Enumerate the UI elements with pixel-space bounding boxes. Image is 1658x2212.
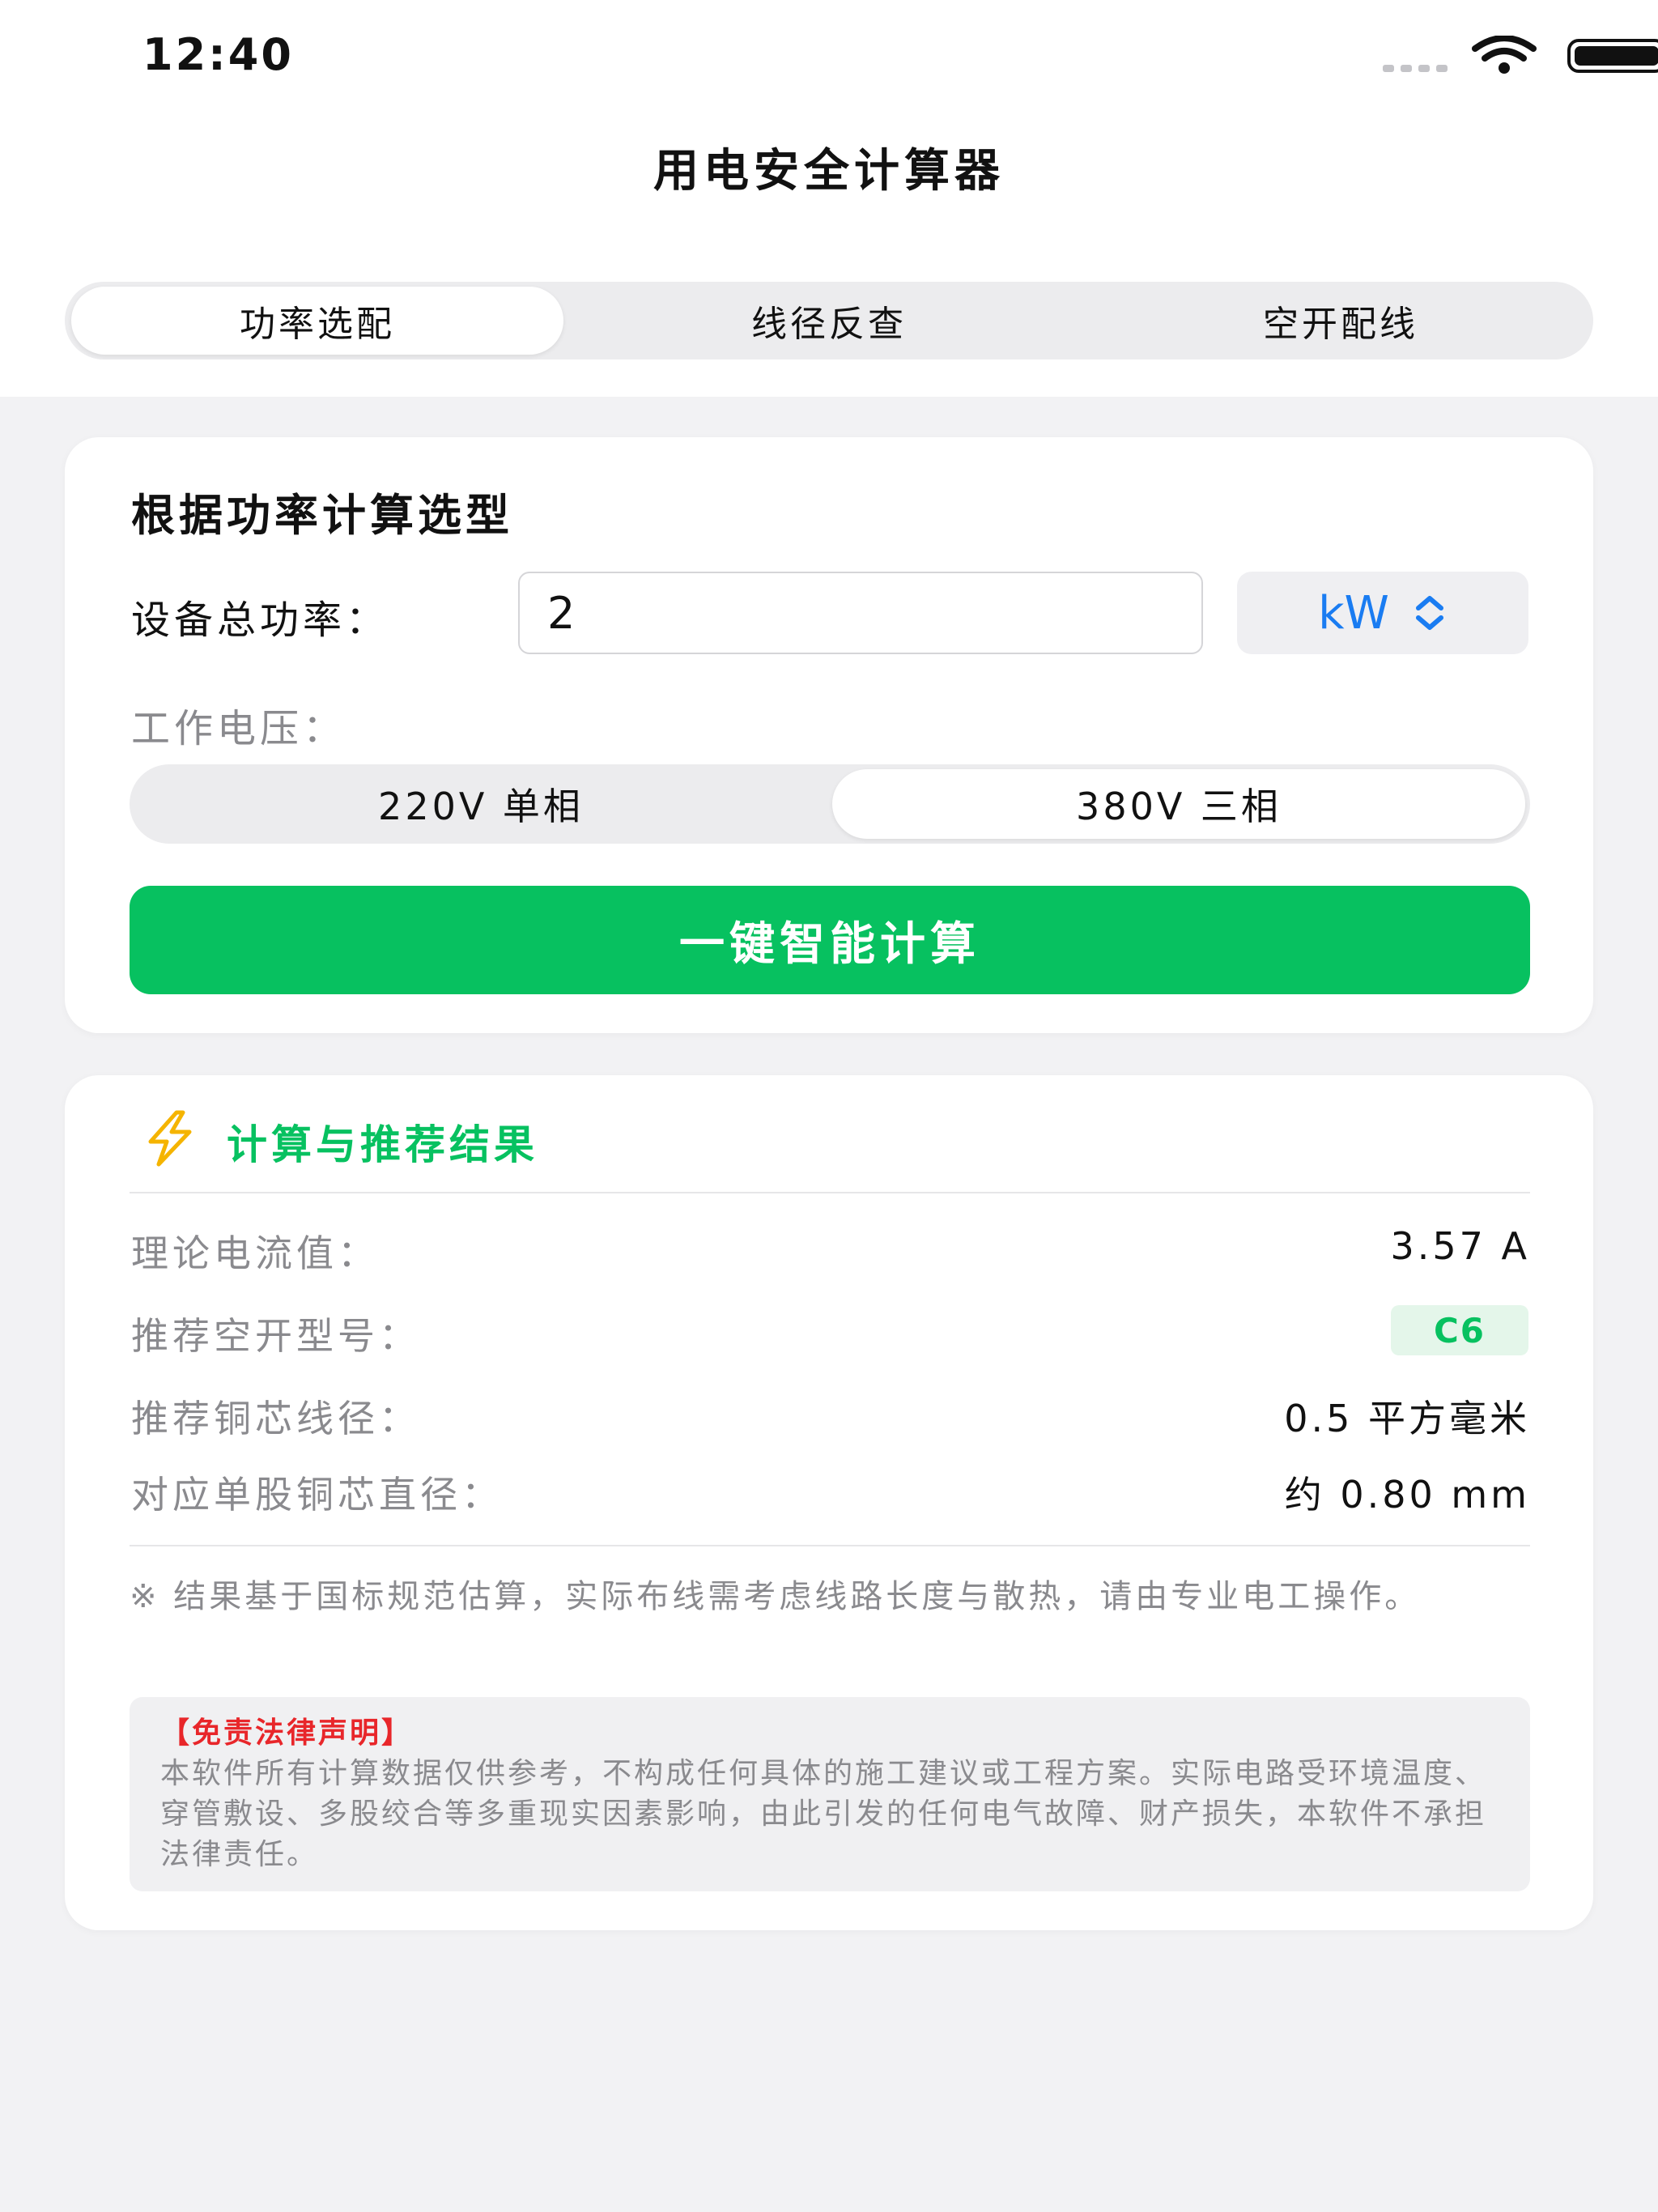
power-input[interactable] [518, 572, 1203, 654]
wire-size-value: 0.5 平方毫米 [1284, 1397, 1530, 1440]
voltage-label: 工作电压： [131, 706, 346, 751]
disclaimer-body: 本软件所有计算数据仅供参考，不构成任何具体的施工建议或工程方案。实际电路受环境温… [160, 1757, 1487, 1871]
page-title: 用电安全计算器 [653, 145, 1005, 198]
tab-breaker-wiring[interactable]: 空开配线 [1095, 287, 1587, 355]
header-area: 12:40 用电安全计算器 功率选配 线径反查 空开配线 [0, 0, 1658, 397]
breaker-badge: C6 [1391, 1305, 1528, 1355]
result-card: 计算与推荐结果 理论电流值： 3.57 A 推荐空开型号： C6 推荐铜芯线径：… [65, 1075, 1593, 1930]
disclaimer-title: 【免责法律声明】 [160, 1716, 414, 1750]
power-label: 设备总功率： [131, 598, 389, 643]
current-value: 3.57 A [1390, 1224, 1530, 1268]
voltage-option-220v[interactable]: 220V 单相 [134, 769, 827, 839]
tab-power-select[interactable]: 功率选配 [71, 287, 563, 355]
calculate-button[interactable]: 一键智能计算 [130, 886, 1530, 994]
chevron-up-down-icon [1415, 596, 1443, 630]
wire-diameter-label: 对应单股铜芯直径： [131, 1473, 503, 1516]
lightning-bolt-icon [148, 1110, 192, 1167]
battery-icon [1567, 39, 1658, 73]
status-time: 12:40 [142, 29, 294, 80]
signal-icon [1383, 60, 1454, 75]
disclaimer-box: 【免责法律声明】 本软件所有计算数据仅供参考，不构成任何具体的施工建议或工程方案… [130, 1697, 1530, 1891]
form-title: 根据功率计算选型 [131, 490, 513, 541]
unit-select[interactable]: kW [1237, 572, 1528, 654]
unit-value: kW [1318, 586, 1389, 640]
wire-size-label: 推荐铜芯线径： [131, 1397, 420, 1440]
breaker-label: 推荐空开型号： [131, 1314, 420, 1358]
wifi-icon [1472, 36, 1537, 74]
divider [130, 1192, 1530, 1193]
voltage-selector: 220V 单相 380V 三相 [130, 764, 1530, 844]
power-form-card: 根据功率计算选型 设备总功率： kW 工作电压： 220V 单相 380V 三相… [65, 437, 1593, 1033]
wire-diameter-value: 约 0.80 mm [1284, 1473, 1530, 1516]
result-title: 计算与推荐结果 [227, 1121, 538, 1168]
tab-wire-lookup[interactable]: 线径反查 [583, 287, 1075, 355]
result-note: ※ 结果基于国标规范估算，实际布线需考虑线路长度与散热，请由专业电工操作。 [130, 1578, 1421, 1615]
current-label: 理论电流值： [131, 1231, 379, 1275]
divider [130, 1545, 1530, 1546]
voltage-option-380v[interactable]: 380V 三相 [832, 769, 1525, 839]
mode-tabs: 功率选配 线径反查 空开配线 [65, 282, 1593, 359]
